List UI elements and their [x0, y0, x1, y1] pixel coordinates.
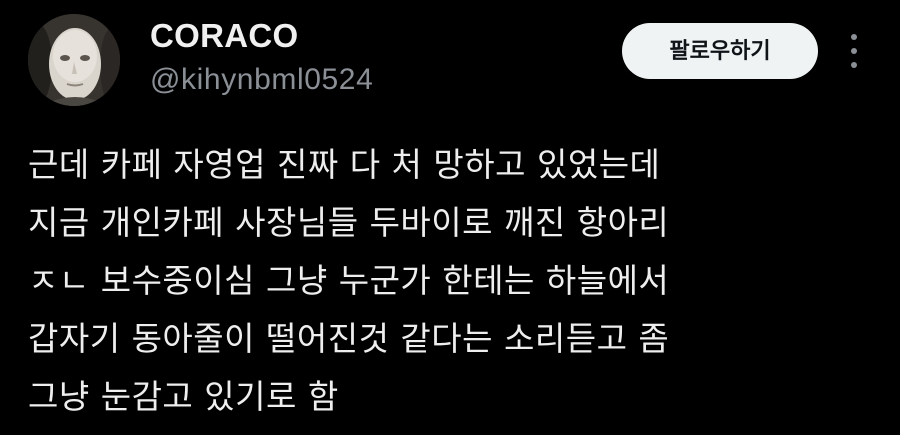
author-display-name[interactable]: CORACO — [150, 14, 298, 58]
tweet-text-line: 갑자기 동아줄이 떨어진것 같다는 소리듣고 좀 — [28, 319, 670, 358]
author-handle[interactable]: @kihynbml0524 — [150, 58, 373, 102]
more-options-button[interactable] — [838, 28, 870, 74]
tweet-text-line: ㅈㄴ 보수중이심 그냥 누군가 한테는 하늘에서 — [28, 261, 670, 300]
tweet-text-line: 근데 카페 자영업 진짜 다 처 망하고 있었는데 — [28, 145, 661, 184]
avatar-image — [28, 14, 120, 106]
avatar[interactable] — [28, 14, 120, 106]
tweet-text-line: 지금 개인카페 사장님들 두바이로 깨진 항아리 — [28, 203, 670, 242]
tweet-body: 근데 카페 자영업 진짜 다 처 망하고 있었는데 지금 개인카페 사장님들 두… — [28, 136, 878, 426]
tweet-header: CORACO @kihynbml0524 팔로우하기 — [0, 0, 900, 130]
follow-button[interactable]: 팔로우하기 — [622, 23, 818, 79]
tweet-text-line: 그냥 눈감고 있기로 함 — [28, 377, 339, 416]
